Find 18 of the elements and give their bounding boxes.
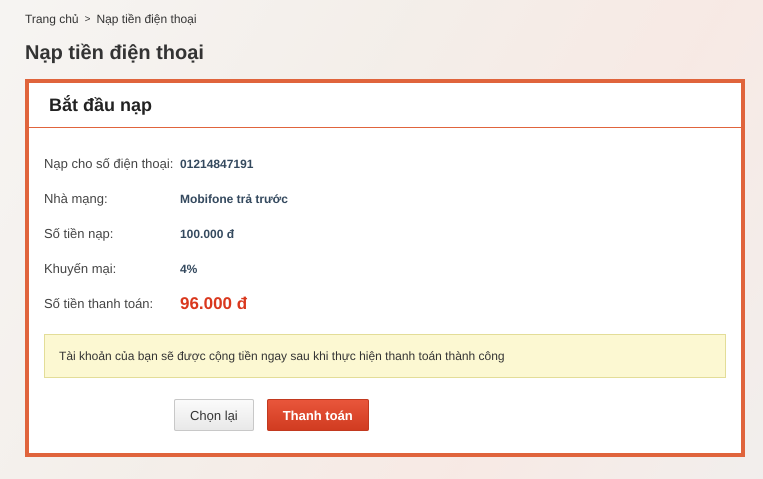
- total-amount: 96.000 đ: [180, 294, 248, 314]
- field-value: 100.000 đ: [180, 226, 234, 240]
- breadcrumb-separator: >: [84, 14, 90, 24]
- pay-button[interactable]: Thanh toán: [266, 399, 369, 431]
- field-label: Khuyến mại:: [44, 261, 118, 276]
- field-label: Nhà mạng:: [44, 191, 109, 206]
- reset-button[interactable]: Chọn lại: [174, 399, 254, 431]
- card-title: Bắt đầu nạp: [49, 94, 152, 116]
- field-label: Số tiền thanh toán:: [44, 296, 154, 311]
- breadcrumb-current: Nạp tiền điện thoại: [96, 12, 197, 26]
- field-label: Nạp cho số điện thoại:: [44, 156, 174, 171]
- field-label: Số tiền nạp:: [44, 226, 114, 241]
- breadcrumb-home-link[interactable]: Trang chủ: [25, 12, 79, 26]
- field-value: 4%: [180, 262, 198, 276]
- info-notice: Tài khoản của bạn sẽ được cộng tiền ngay sau khi thực hiện thanh toán thành công: [44, 334, 726, 378]
- field-value: 01214847191: [180, 156, 254, 170]
- field-value: Mobifone trả trước: [180, 192, 288, 206]
- page-title: Nạp tiền điện thoại: [25, 42, 205, 65]
